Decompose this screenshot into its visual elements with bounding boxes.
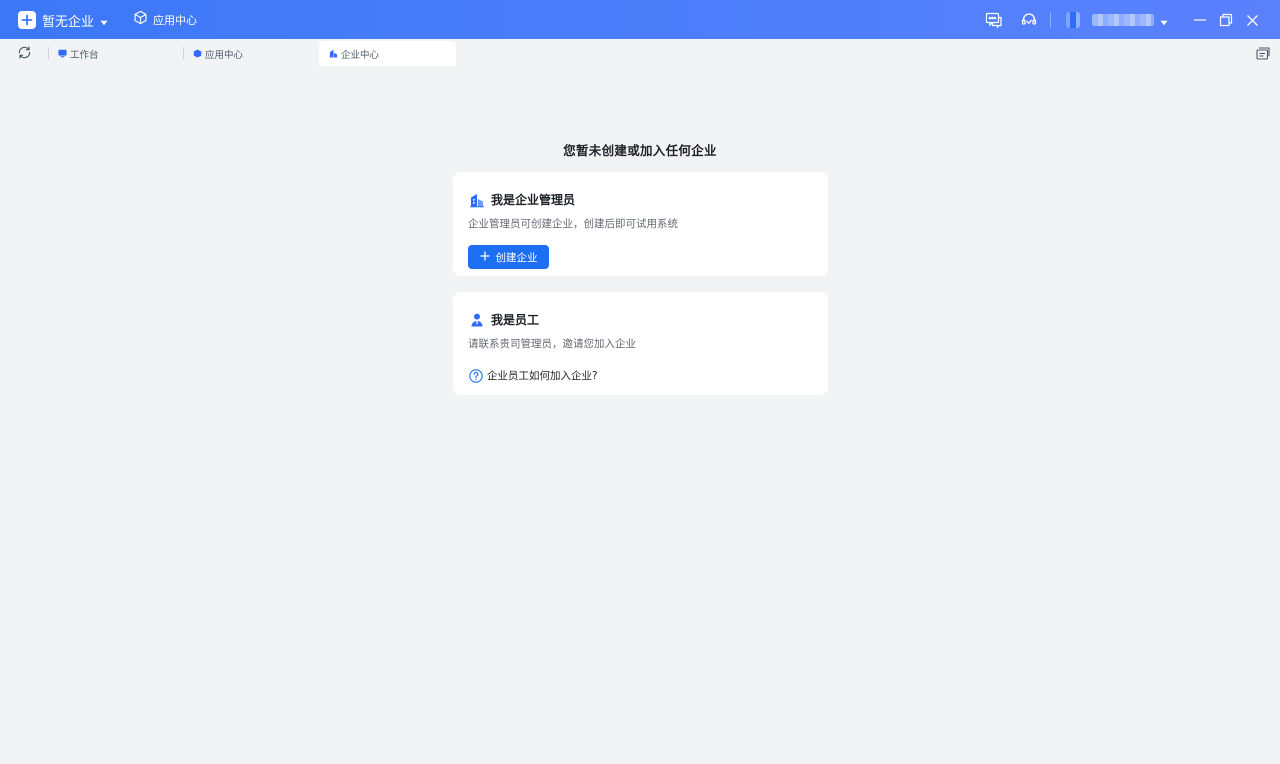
tab-divider <box>48 47 49 59</box>
admin-card: 我是企业管理员 企业管理员可创建企业，创建后即可试用系统 创建企业 <box>453 172 828 276</box>
how-to-join-label: 企业员工如何加入企业? <box>487 370 598 382</box>
question-circle-icon <box>469 368 483 383</box>
admin-card-title: 我是企业管理员 <box>491 193 576 207</box>
cube-icon <box>193 49 202 58</box>
restore-button[interactable] <box>1216 10 1236 30</box>
plus-icon <box>480 251 490 264</box>
chat-icon[interactable] <box>985 11 1003 29</box>
org-name: 暂无企业 <box>42 14 95 30</box>
tab-divider <box>183 47 184 59</box>
org-switcher[interactable]: 暂无企业 <box>18 10 108 30</box>
refresh-icon[interactable] <box>17 45 32 60</box>
title-bar: 暂无企业 应用中心 <box>0 0 1280 39</box>
admin-card-header: 我是企业管理员 <box>469 191 575 208</box>
create-enterprise-button[interactable]: 创建企业 <box>468 245 549 269</box>
caret-down-icon <box>100 11 108 30</box>
create-enterprise-label: 创建企业 <box>495 251 538 264</box>
close-button[interactable] <box>1242 10 1262 30</box>
avatar <box>1066 12 1080 28</box>
app-center-label: 应用中心 <box>153 13 197 27</box>
caret-down-icon <box>1160 11 1168 30</box>
headset-icon[interactable] <box>1020 11 1038 29</box>
how-to-join-link[interactable]: 企业员工如何加入企业? <box>469 368 598 383</box>
building-icon <box>469 192 485 208</box>
tab-label: 应用中心 <box>205 49 244 61</box>
staff-card-description: 请联系贵司管理员，邀请您加入企业 <box>468 338 636 350</box>
user-name-blurred <box>1092 14 1154 26</box>
tab-label: 企业中心 <box>341 49 380 61</box>
divider <box>1050 12 1051 28</box>
page-title: 您暂未创建或加入任何企业 <box>563 143 717 158</box>
tab-bar: 工作台 应用中心 企业中心 <box>0 39 1280 67</box>
cube-icon <box>133 10 148 29</box>
tab-label: 工作台 <box>70 49 99 61</box>
building-icon <box>329 49 338 58</box>
app-center-button[interactable]: 应用中心 <box>133 10 197 29</box>
tab-list-icon[interactable] <box>1256 46 1270 60</box>
user-icon <box>469 312 485 328</box>
tab-app-center[interactable]: 应用中心 <box>193 41 313 66</box>
plus-icon <box>18 11 36 29</box>
minimize-button[interactable] <box>1190 10 1210 30</box>
tab-enterprise-center[interactable]: 企业中心 <box>319 41 456 66</box>
staff-card: 我是员工 请联系贵司管理员，邀请您加入企业 企业员工如何加入企业? <box>453 292 828 395</box>
tab-workbench[interactable]: 工作台 <box>58 41 178 66</box>
admin-card-description: 企业管理员可创建企业，创建后即可试用系统 <box>468 218 678 230</box>
staff-card-title: 我是员工 <box>491 313 540 327</box>
staff-card-header: 我是员工 <box>469 311 539 328</box>
user-menu[interactable] <box>1066 12 1168 28</box>
monitor-icon <box>58 49 67 58</box>
